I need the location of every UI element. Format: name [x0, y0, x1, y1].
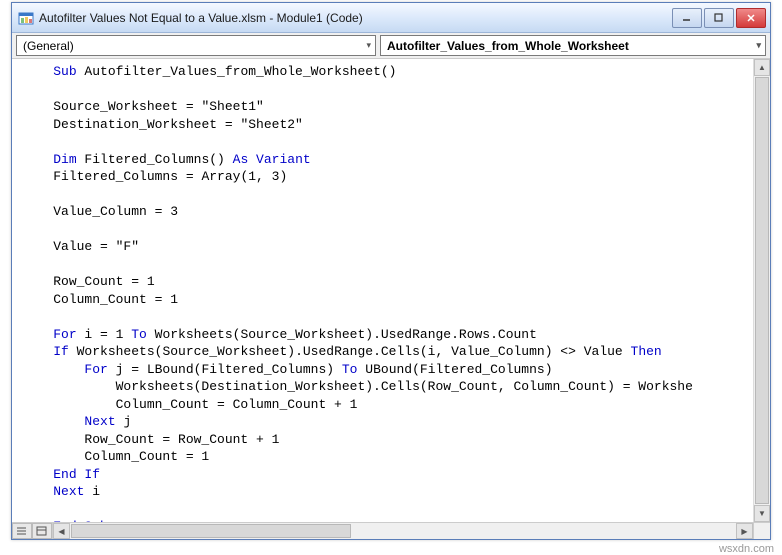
code-window: Autofilter Values Not Equal to a Value.x…: [11, 2, 771, 540]
full-module-view-button[interactable]: [32, 523, 52, 539]
horizontal-scroll-thumb[interactable]: [71, 524, 351, 538]
vertical-scrollbar[interactable]: ▲ ▼: [753, 59, 770, 522]
minimize-button[interactable]: [672, 8, 702, 28]
app-icon: [18, 10, 34, 26]
procedure-view-button[interactable]: [12, 523, 32, 539]
scroll-right-button[interactable]: ▶: [736, 523, 753, 539]
vertical-scroll-thumb[interactable]: [755, 77, 769, 504]
procedure-dropdown-label: Autofilter_Values_from_Whole_Worksheet: [387, 39, 629, 53]
titlebar[interactable]: Autofilter Values Not Equal to a Value.x…: [12, 3, 770, 33]
maximize-button[interactable]: [704, 8, 734, 28]
scroll-left-button[interactable]: ◀: [53, 523, 70, 539]
scroll-down-button[interactable]: ▼: [754, 505, 770, 522]
watermark: wsxdn.com: [719, 543, 774, 555]
procedure-dropdown[interactable]: Autofilter_Values_from_Whole_Worksheet ▾: [380, 35, 766, 56]
scroll-up-button[interactable]: ▲: [754, 59, 770, 76]
close-button[interactable]: [736, 8, 766, 28]
horizontal-scrollbar[interactable]: ◀ ▶: [52, 523, 753, 539]
chevron-down-icon: ▾: [756, 40, 761, 51]
object-dropdown-label: (General): [23, 39, 74, 53]
chevron-down-icon: ▾: [366, 40, 371, 51]
view-buttons: [12, 523, 52, 539]
dropdown-bar: (General) ▾ Autofilter_Values_from_Whole…: [12, 33, 770, 59]
bottom-bar: ◀ ▶: [12, 522, 770, 539]
scroll-corner: [753, 523, 770, 539]
window-controls: [672, 8, 766, 28]
object-dropdown[interactable]: (General) ▾: [16, 35, 376, 56]
window-title: Autofilter Values Not Equal to a Value.x…: [39, 11, 672, 25]
code-editor[interactable]: Sub Autofilter_Values_from_Whole_Workshe…: [12, 59, 770, 522]
code-area: Sub Autofilter_Values_from_Whole_Workshe…: [12, 59, 770, 522]
